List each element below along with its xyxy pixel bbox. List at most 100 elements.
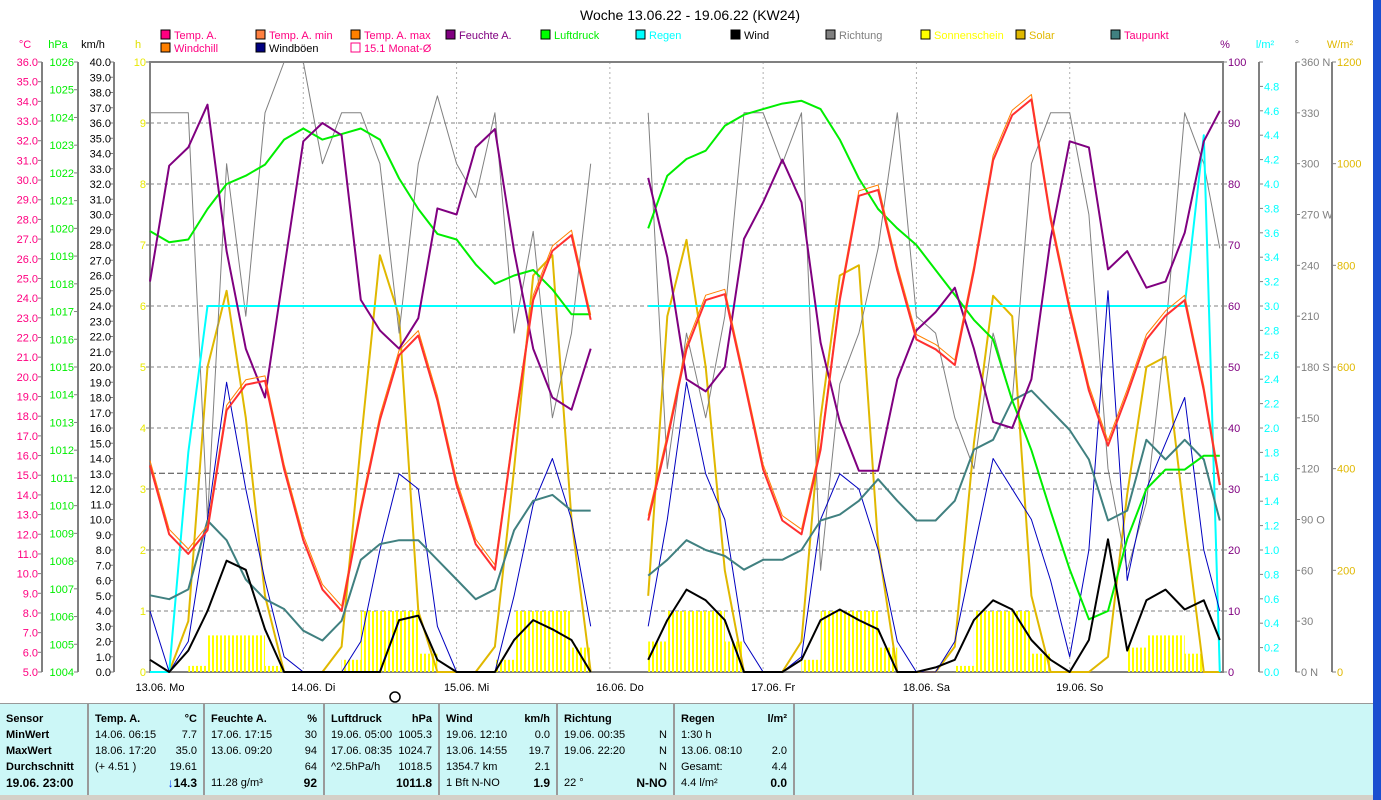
legend-label[interactable]: Richtung: [839, 30, 882, 42]
wind-tick-label: 6.0: [96, 576, 111, 588]
rain-tick-label: 3.0: [1264, 301, 1279, 313]
column-title: Wind: [446, 713, 473, 725]
temp-tick-label: 8.0: [23, 608, 38, 620]
legend-label[interactable]: Regen: [649, 30, 681, 42]
x-tick-label: 18.06. Sa: [903, 682, 951, 694]
temp-tick-label: 25.0: [17, 273, 38, 285]
cell-value: N: [659, 761, 667, 773]
hum-tick-label: 100: [1228, 57, 1246, 69]
hum-tick-label: 10: [1228, 606, 1240, 618]
wind-tick-label: 21.0: [90, 347, 111, 359]
cursor-marker-icon: [389, 691, 401, 703]
cell-value: 4.4: [771, 761, 787, 773]
sun-tick-label: 1: [140, 606, 146, 618]
sunshine-bar: [188, 665, 208, 672]
cell-label: 18.06. 17:20: [95, 745, 157, 757]
sunshine-bar: [533, 611, 553, 672]
legend-label[interactable]: Windchill: [174, 43, 218, 55]
table-row: Gesamt: 4.4: [681, 759, 787, 775]
sun-tick-label: 10: [134, 57, 146, 69]
temp-tick-label: 16.0: [17, 451, 38, 463]
table-row: 19.06. 12:10 0.0: [446, 727, 550, 743]
sunshine-bar: [1146, 635, 1166, 672]
wind-tick-label: 40.0: [90, 57, 111, 69]
wind-tick-label: 18.0: [90, 393, 111, 405]
wind-tick-label: 23.0: [90, 316, 111, 328]
rain-tick-label: 1.4: [1264, 496, 1279, 508]
legend-label[interactable]: Sonnenschein: [934, 30, 1004, 42]
temp-tick-label: 22.0: [17, 332, 38, 344]
press-tick-label: 1021: [50, 196, 74, 208]
table-row: 13.06. 14:55 19.7: [446, 743, 550, 759]
cell-label: 14.06. 06:15: [95, 729, 157, 741]
sunshine-bar: [993, 611, 1013, 672]
temp-tick-label: 5.0: [23, 667, 38, 679]
cell-label: 1354.7 km: [446, 761, 498, 773]
rain-tick-label: 1.0: [1264, 545, 1279, 557]
column-title: Richtung: [564, 713, 612, 725]
legend-label[interactable]: Temp. A.: [174, 30, 217, 42]
x-tick-label: 13.06. Mo: [136, 682, 185, 694]
temp-tick-label: 32.0: [17, 136, 38, 148]
press-tick-label: 1004: [50, 667, 74, 679]
wind-axis-unit: km/h: [81, 39, 105, 51]
temp-tick-label: 13.0: [17, 510, 38, 522]
sunshine-bar: [341, 659, 361, 672]
wind-tick-label: 10.0: [90, 515, 111, 527]
plot-area: [149, 61, 1221, 673]
rain-tick-label: 2.6: [1264, 350, 1279, 362]
wind-tick-label: 19.0: [90, 377, 111, 389]
cell-value: 30: [304, 729, 317, 741]
press-tick-label: 1026: [50, 57, 74, 69]
temp-tick-label: 35.0: [17, 77, 38, 89]
legend-swatch: [1110, 29, 1121, 40]
column-title: Feuchte A.: [211, 713, 267, 725]
temp-tick-label: 23.0: [17, 313, 38, 325]
sunshine-bar: [1127, 647, 1147, 672]
cell-value: 64: [304, 761, 317, 773]
cell-value: N: [659, 745, 667, 757]
legend-label[interactable]: Solar: [1029, 30, 1055, 42]
wind-tick-label: 28.0: [90, 240, 111, 252]
grid: [149, 61, 1224, 673]
table-row: 4.4 l/m² 0.0: [681, 775, 787, 791]
temp-tick-label: 36.0: [17, 57, 38, 69]
sunshine-bar: [207, 635, 227, 672]
legend-swatch: [255, 29, 266, 40]
cell-value: 1.9: [533, 776, 550, 790]
wind-tick-label: 35.0: [90, 133, 111, 145]
temp-tick-label: 18.0: [17, 411, 38, 423]
hum-tick-label: 30: [1228, 484, 1240, 496]
legend-label[interactable]: Feuchte A.: [459, 30, 512, 42]
dir-tick-label: 180 S: [1301, 362, 1330, 374]
rain-tick-label: 2.4: [1264, 374, 1279, 386]
legend-label[interactable]: Windböen: [269, 43, 319, 55]
table-row: 19.06. 00:35 N: [564, 727, 667, 743]
column-unit: hPa: [411, 713, 432, 725]
table-row: 64: [211, 759, 317, 775]
column-title: Regen: [681, 713, 715, 725]
legend-label[interactable]: Taupunkt: [1124, 30, 1169, 42]
table-row: 11.28 g/m³ 92: [211, 775, 317, 791]
wind-tick-label: 9.0: [96, 530, 111, 542]
rain-tick-label: 2.0: [1264, 423, 1279, 435]
legend-label[interactable]: Wind: [744, 30, 769, 42]
legend-label[interactable]: Temp. A. min: [269, 30, 333, 42]
temp-tick-label: 7.0: [23, 628, 38, 640]
legend-swatch: [635, 29, 646, 40]
dir-axis-unit: °: [1295, 39, 1299, 51]
sunshine-bar: [973, 611, 994, 672]
dir-tick-label: 270 W: [1301, 210, 1333, 222]
row-label-avg: Durchschnitt: [6, 761, 74, 773]
press-tick-label: 1018: [50, 279, 74, 291]
wind-tick-label: 2.0: [96, 637, 111, 649]
wind-tick-label: 13.0: [90, 469, 111, 481]
legend-label[interactable]: Luftdruck: [554, 30, 600, 42]
rain-tick-label: 3.6: [1264, 228, 1279, 240]
table-column-regen: Regen l/m² 1:30 h 13.06. 08:10 2.0 Gesamt: 4.4…: [675, 704, 795, 796]
legend-label[interactable]: Temp. A. max: [364, 30, 431, 42]
dir-tick-label: 210: [1301, 311, 1319, 323]
legend-label[interactable]: 15.1 Monat-Ø: [364, 43, 432, 55]
column-unit: km/h: [524, 713, 550, 725]
column-header: Regen l/m²: [681, 711, 787, 727]
